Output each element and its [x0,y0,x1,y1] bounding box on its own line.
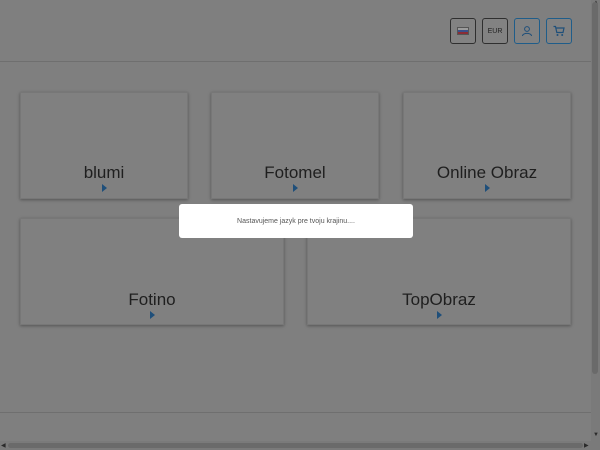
page: EUR blumi Fotomel Online Obraz Fotino To… [0,0,600,450]
vertical-scroll-thumb[interactable] [592,2,598,374]
horizontal-scroll-thumb[interactable] [8,443,583,448]
tile-label: blumi [83,163,125,182]
cart-icon [553,25,565,36]
scroll-left-icon[interactable]: ◀ [1,442,6,449]
arrow-right-icon [102,184,107,192]
tile-label: Online Obraz [436,163,538,182]
brand-tile-online-obraz[interactable]: Online Obraz [403,92,571,199]
arrow-right-icon [150,311,155,319]
account-button[interactable] [514,18,540,44]
modal-message: Nastavujeme jazyk pre tvoju krajinu.... [237,217,355,225]
header: EUR [0,0,591,62]
user-icon [522,26,532,37]
arrow-right-icon [485,184,490,192]
scrollbar-corner [591,441,600,450]
horizontal-scrollbar[interactable]: ◀ ▶ [0,441,591,450]
brand-tile-fotomel[interactable]: Fotomel [211,92,379,199]
brand-tile-blumi[interactable]: blumi [20,92,188,199]
arrow-right-icon [293,184,298,192]
tile-label: Fotino [128,290,176,309]
language-setup-modal: Nastavujeme jazyk pre tvoju krajinu.... [179,204,413,238]
vertical-scrollbar[interactable]: ▲ ▼ [591,0,600,441]
scroll-down-icon[interactable]: ▼ [593,432,599,438]
tile-label: Fotomel [264,163,326,182]
tile-label: TopObraz [402,290,476,309]
footer-divider [0,412,591,413]
language-button[interactable] [450,18,476,44]
slovak-flag-icon [457,27,469,35]
cart-button[interactable] [546,18,572,44]
currency-label: EUR [487,27,503,35]
currency-button[interactable]: EUR [482,18,508,44]
scroll-right-icon[interactable]: ▶ [584,442,589,449]
arrow-right-icon [437,311,442,319]
